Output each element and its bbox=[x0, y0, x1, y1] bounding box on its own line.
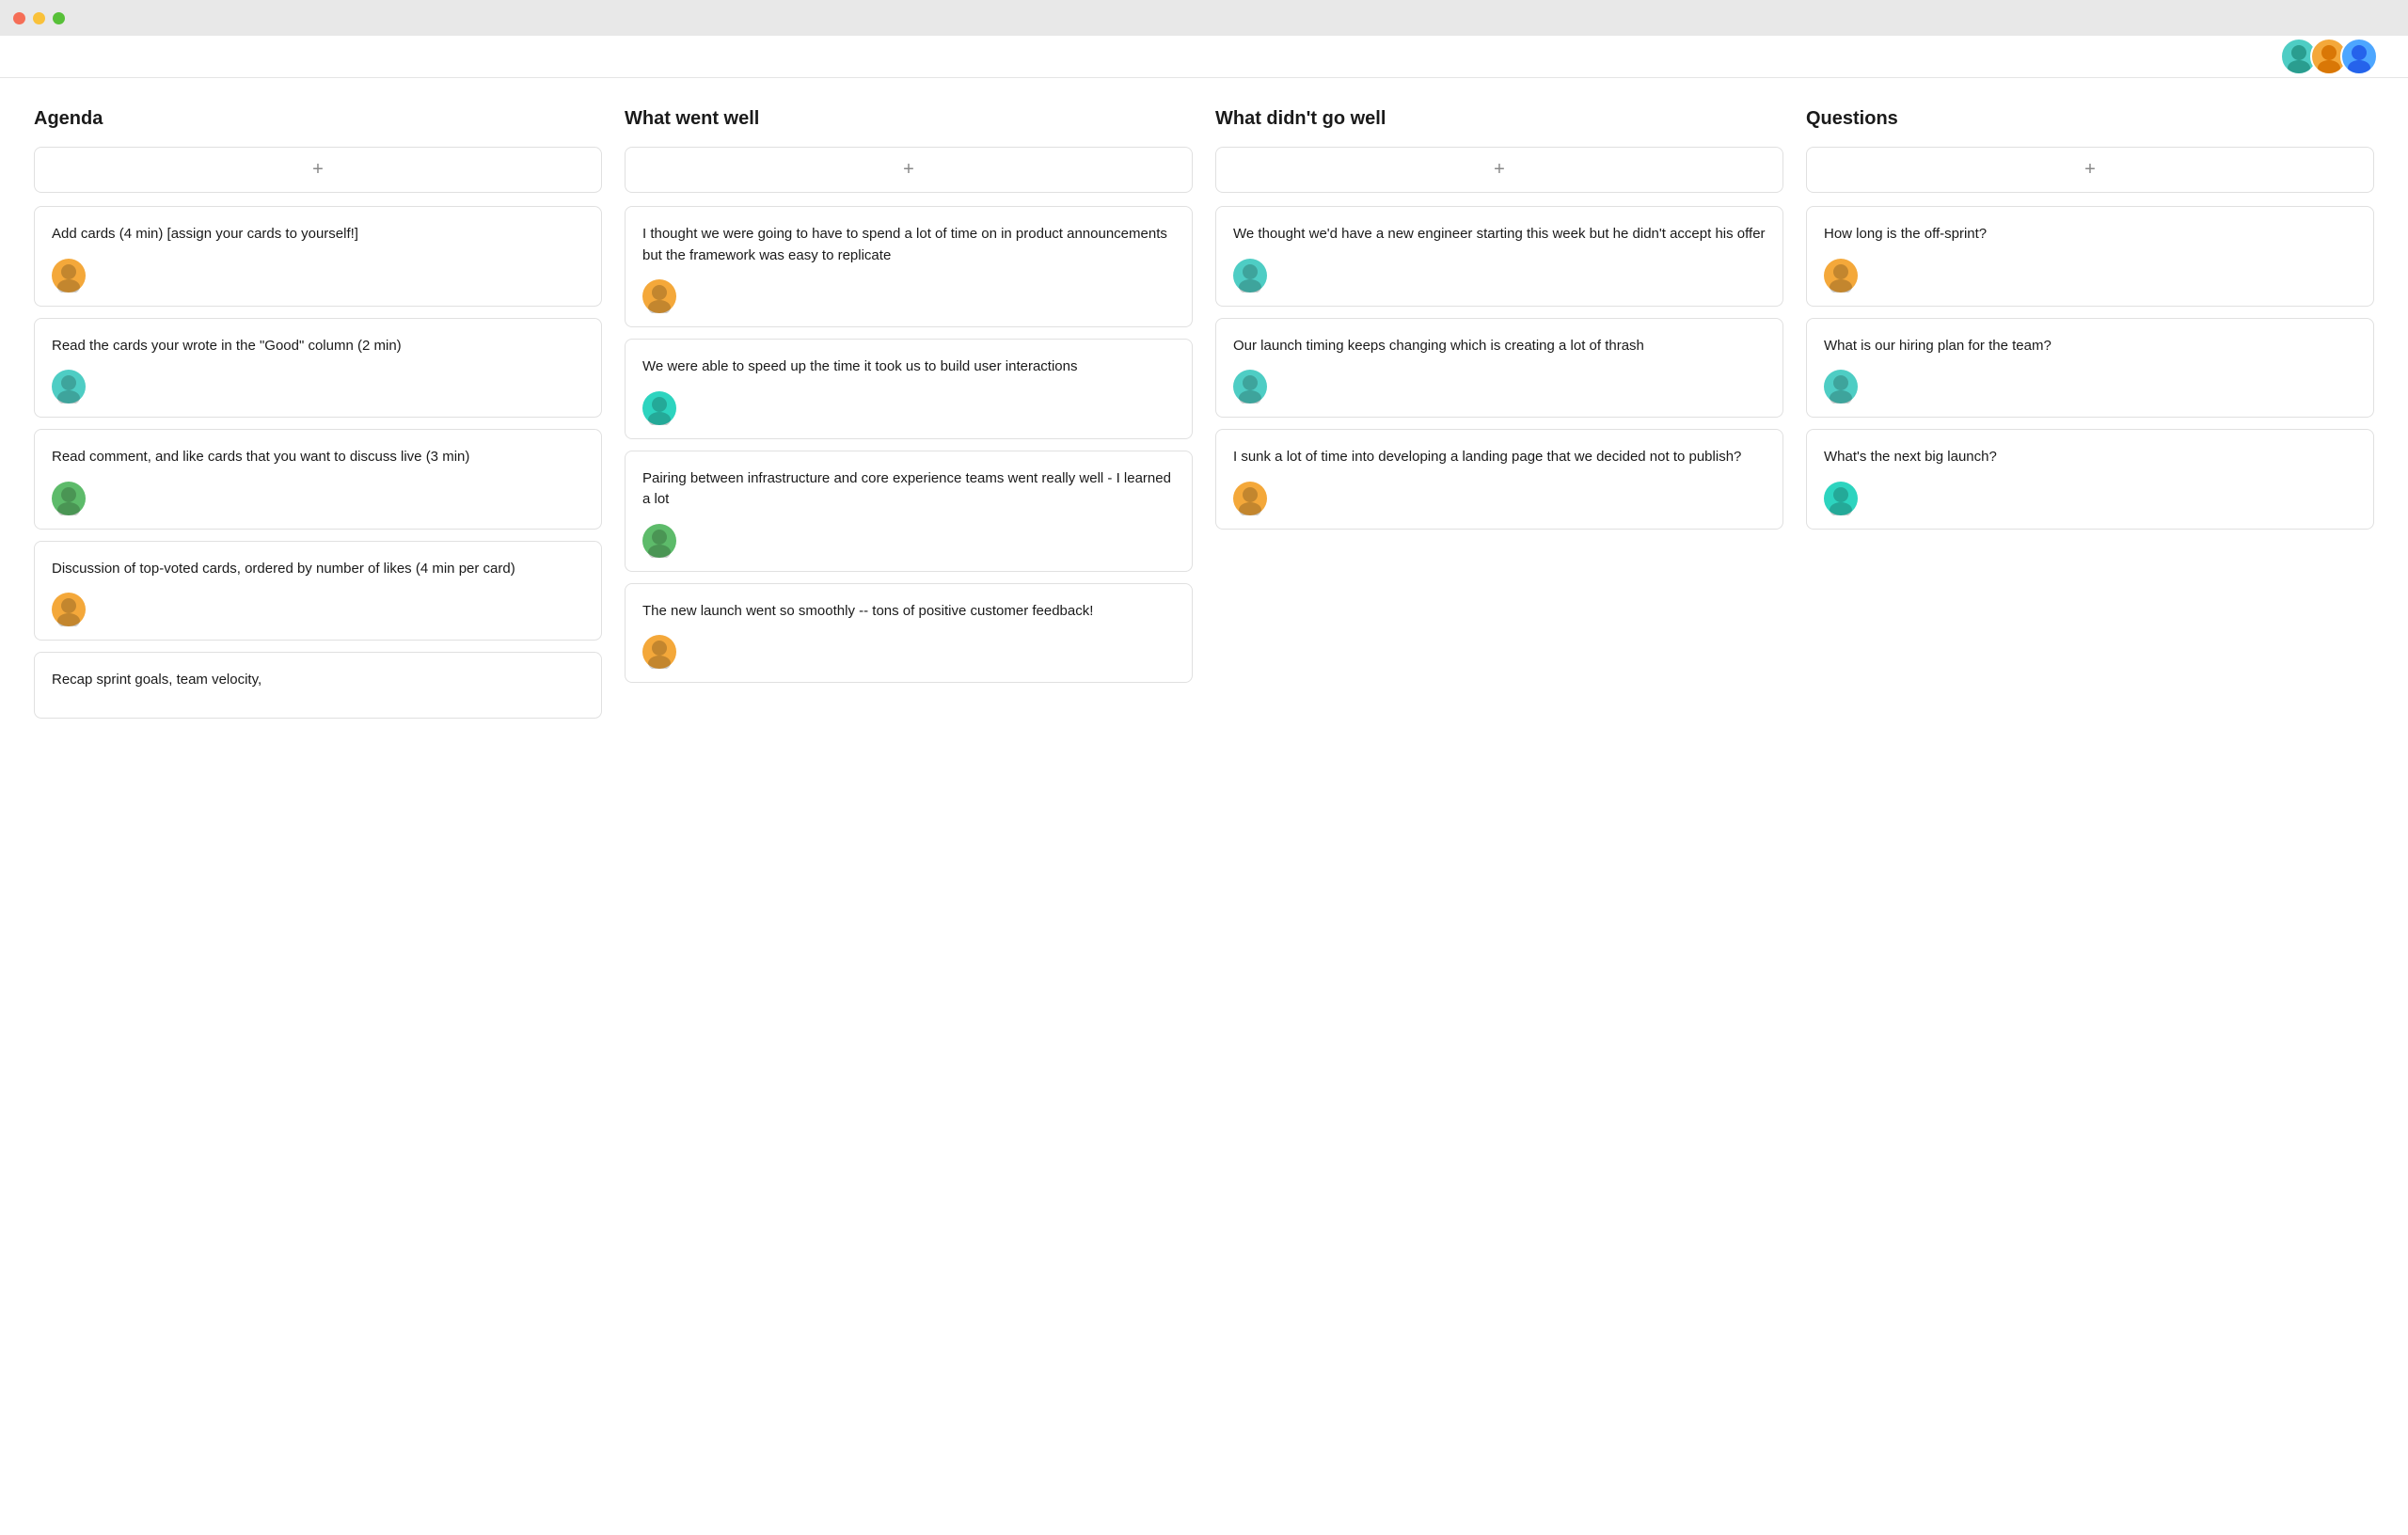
column-questions: Questions + How long is the off-sprint? Wha… bbox=[1795, 108, 2385, 541]
card-avatar bbox=[52, 259, 86, 293]
card: The new launch went so smoothly -- tons … bbox=[625, 583, 1193, 684]
card-avatar bbox=[1824, 370, 1858, 404]
card-text: How long is the off-sprint? bbox=[1824, 224, 2356, 245]
add-card-button-questions[interactable]: + bbox=[1806, 147, 2374, 193]
card-text: Discussion of top-voted cards, ordered b… bbox=[52, 559, 584, 580]
card: Recap sprint goals, team velocity, bbox=[34, 652, 602, 719]
card-avatar bbox=[1233, 370, 1267, 404]
header-avatars bbox=[2280, 38, 2378, 75]
card-text: Add cards (4 min) [assign your cards to … bbox=[52, 224, 584, 245]
card-avatar bbox=[52, 370, 86, 404]
card: How long is the off-sprint? bbox=[1806, 206, 2374, 307]
maximize-dot[interactable] bbox=[53, 12, 65, 24]
card-text: Recap sprint goals, team velocity, bbox=[52, 670, 584, 691]
card-text: Pairing between infrastructure and core … bbox=[642, 468, 1175, 511]
avatar bbox=[2340, 38, 2378, 75]
app-container: Agenda + Add cards (4 min) [assign your ca… bbox=[0, 36, 2408, 1535]
add-card-button-what-didnt-go-well[interactable]: + bbox=[1215, 147, 1783, 193]
card-avatar bbox=[642, 635, 676, 669]
add-card-button-what-went-well[interactable]: + bbox=[625, 147, 1193, 193]
card: What is our hiring plan for the team? bbox=[1806, 318, 2374, 419]
board: Agenda + Add cards (4 min) [assign your ca… bbox=[0, 78, 2408, 760]
card-text: Read the cards your wrote in the "Good" … bbox=[52, 336, 584, 357]
card: I sunk a lot of time into developing a l… bbox=[1215, 429, 1783, 530]
card: What's the next big launch? bbox=[1806, 429, 2374, 530]
card-avatar bbox=[1824, 482, 1858, 515]
card-avatar bbox=[1233, 482, 1267, 515]
card-text: What's the next big launch? bbox=[1824, 447, 2356, 468]
card: I thought we were going to have to spend… bbox=[625, 206, 1193, 327]
close-dot[interactable] bbox=[13, 12, 25, 24]
column-heading-questions: Questions bbox=[1806, 108, 2374, 130]
card: Add cards (4 min) [assign your cards to … bbox=[34, 206, 602, 307]
column-heading-what-didnt-go-well: What didn't go well bbox=[1215, 108, 1783, 130]
card-text: I sunk a lot of time into developing a l… bbox=[1233, 447, 1766, 468]
card-avatar bbox=[642, 279, 676, 313]
card: We thought we'd have a new engineer star… bbox=[1215, 206, 1783, 307]
card-text: Read comment, and like cards that you wa… bbox=[52, 447, 584, 468]
card-text: Our launch timing keeps changing which i… bbox=[1233, 336, 1766, 357]
card-avatar bbox=[642, 524, 676, 558]
column-what-went-well: What went well + I thought we were going t… bbox=[613, 108, 1204, 694]
column-heading-what-went-well: What went well bbox=[625, 108, 1193, 130]
card: Read comment, and like cards that you wa… bbox=[34, 429, 602, 530]
title-bar bbox=[0, 0, 2408, 36]
card-avatar bbox=[52, 593, 86, 626]
column-what-didnt-go-well: What didn't go well + We thought we'd have… bbox=[1204, 108, 1795, 541]
card: Our launch timing keeps changing which i… bbox=[1215, 318, 1783, 419]
card-text: The new launch went so smoothly -- tons … bbox=[642, 601, 1175, 623]
card: Read the cards your wrote in the "Good" … bbox=[34, 318, 602, 419]
header bbox=[0, 36, 2408, 78]
card-avatar bbox=[52, 482, 86, 515]
card-text: I thought we were going to have to spend… bbox=[642, 224, 1175, 266]
card-avatar bbox=[642, 391, 676, 425]
card: Pairing between infrastructure and core … bbox=[625, 451, 1193, 572]
card: Discussion of top-voted cards, ordered b… bbox=[34, 541, 602, 641]
card-text: We were able to speed up the time it too… bbox=[642, 356, 1175, 378]
card-text: What is our hiring plan for the team? bbox=[1824, 336, 2356, 357]
card: We were able to speed up the time it too… bbox=[625, 339, 1193, 439]
card-avatar bbox=[1824, 259, 1858, 293]
minimize-dot[interactable] bbox=[33, 12, 45, 24]
column-agenda: Agenda + Add cards (4 min) [assign your ca… bbox=[23, 108, 613, 730]
column-heading-agenda: Agenda bbox=[34, 108, 602, 130]
avatar-group bbox=[2280, 38, 2378, 75]
add-card-button-agenda[interactable]: + bbox=[34, 147, 602, 193]
card-text: We thought we'd have a new engineer star… bbox=[1233, 224, 1766, 245]
card-avatar bbox=[1233, 259, 1267, 293]
